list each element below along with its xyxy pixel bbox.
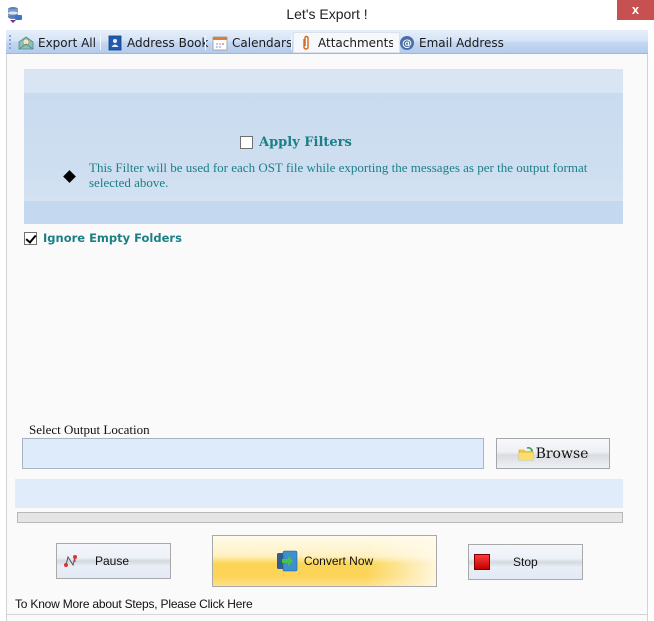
pause-icon bbox=[63, 553, 79, 569]
tab-label: Address Book bbox=[127, 35, 209, 50]
browse-label: Browse bbox=[535, 445, 589, 462]
stop-label: Stop bbox=[513, 555, 538, 569]
export-toolbar: Export All Address Book Calendars Attach… bbox=[6, 30, 648, 54]
output-location-label: Select Output Location bbox=[29, 422, 150, 437]
svg-text:@: @ bbox=[402, 38, 412, 49]
convert-icon bbox=[276, 549, 300, 573]
browse-button[interactable]: Browse bbox=[496, 438, 610, 469]
tab-address-book[interactable]: Address Book bbox=[103, 32, 212, 53]
export-envelope-icon bbox=[18, 35, 34, 51]
stop-button[interactable]: Stop bbox=[468, 544, 583, 580]
tab-export-all[interactable]: Export All bbox=[14, 32, 100, 53]
status-message bbox=[15, 479, 623, 508]
pause-label: Pause bbox=[95, 554, 130, 568]
filter-note: This Filter will be used for each OST fi… bbox=[89, 160, 588, 190]
tab-separator bbox=[205, 35, 206, 50]
tab-separator bbox=[393, 35, 394, 50]
at-sign-icon: @ bbox=[399, 35, 415, 51]
tab-email-address[interactable]: @ Email Address bbox=[395, 32, 508, 53]
progress-bar bbox=[17, 512, 623, 523]
calendar-icon bbox=[212, 35, 228, 51]
apply-filters-label[interactable]: Apply Filters bbox=[259, 135, 352, 150]
output-location-input[interactable] bbox=[22, 438, 484, 469]
window-title: Let's Export ! bbox=[286, 6, 368, 22]
tab-separator bbox=[291, 35, 292, 50]
stop-icon bbox=[474, 554, 490, 570]
paperclip-icon bbox=[298, 35, 314, 51]
pause-button[interactable]: Pause bbox=[56, 543, 171, 579]
convert-now-button[interactable]: Convert Now bbox=[212, 535, 437, 587]
apply-filters-checkbox[interactable] bbox=[240, 136, 253, 149]
tab-attachments[interactable]: Attachments bbox=[293, 32, 400, 53]
tab-label: Email Address bbox=[419, 35, 504, 50]
address-book-icon bbox=[107, 35, 123, 51]
folder-icon bbox=[518, 446, 534, 461]
ignore-empty-folders-row[interactable]: Ignore Empty Folders bbox=[24, 231, 182, 245]
close-button[interactable]: x bbox=[617, 0, 654, 20]
ignore-empty-folders-checkbox[interactable] bbox=[24, 231, 37, 245]
convert-label: Convert Now bbox=[303, 554, 374, 568]
toolbar-grip[interactable] bbox=[9, 35, 11, 49]
ignore-empty-folders-label[interactable]: Ignore Empty Folders bbox=[43, 231, 182, 245]
help-steps-link[interactable]: To Know More about Steps, Please Click H… bbox=[15, 597, 253, 611]
tab-label: Export All bbox=[38, 35, 96, 50]
window-bottom-border bbox=[6, 614, 648, 615]
title-bar: Let's Export ! x bbox=[0, 0, 654, 30]
tab-label: Attachments bbox=[318, 35, 395, 50]
tab-calendars[interactable]: Calendars bbox=[208, 32, 296, 53]
tab-separator bbox=[100, 35, 101, 50]
apply-filters-row[interactable]: Apply Filters bbox=[240, 135, 352, 150]
tab-label: Calendars bbox=[232, 35, 293, 50]
